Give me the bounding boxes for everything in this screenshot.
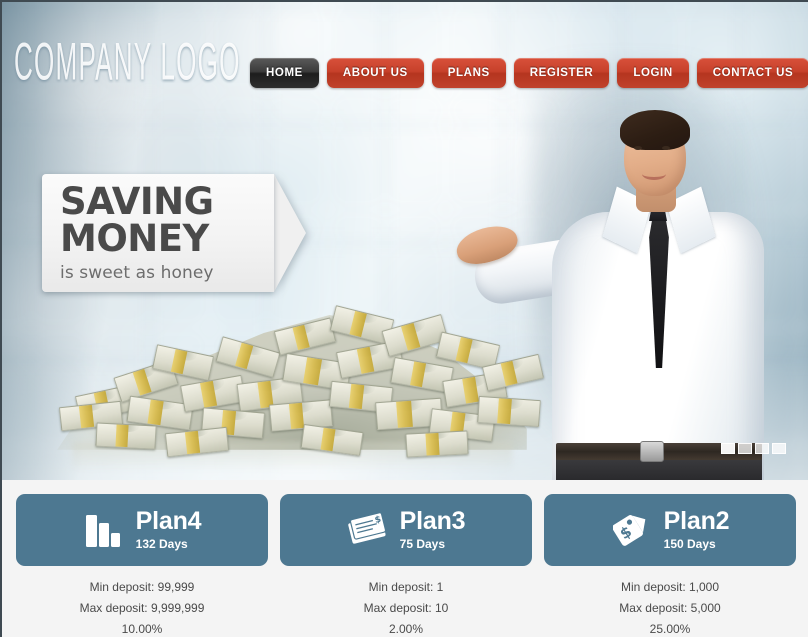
plan-min-deposit: Min deposit: 1 bbox=[368, 580, 444, 594]
hero-banner-tag: SAVING MONEY is sweet as honey bbox=[42, 174, 274, 292]
plan-column-2: $ Plan3 75 Days Min deposit: 1 Max depos… bbox=[274, 480, 538, 637]
plan-column-1: Plan4 132 Days Min deposit: 99,999 Max d… bbox=[10, 480, 274, 637]
plan-percentage: 10.00% bbox=[121, 622, 163, 636]
main-navigation: HOME ABOUT US PLANS REGISTER LOGIN CONTA… bbox=[250, 58, 808, 88]
page-root: COMPANY LOGO HOME ABOUT US PLANS REGISTE… bbox=[0, 0, 808, 637]
model-eye-right bbox=[662, 146, 670, 150]
plan-percentage: 2.00% bbox=[388, 622, 424, 636]
hero-banner: COMPANY LOGO HOME ABOUT US PLANS REGISTE… bbox=[2, 2, 808, 480]
nav-item-home[interactable]: HOME bbox=[250, 58, 319, 88]
plan-min-deposit: Min deposit: 1,000 bbox=[620, 580, 720, 594]
banner-subheadline: is sweet as honey bbox=[60, 262, 214, 283]
plan-duration: 132 Days bbox=[135, 537, 188, 552]
plan-name: Plan3 bbox=[399, 506, 466, 535]
nav-item-contact-us[interactable]: CONTACT US bbox=[696, 58, 808, 88]
banner-headline-line2: MONEY bbox=[60, 217, 209, 261]
slider-dot-4[interactable] bbox=[772, 443, 786, 454]
price-tag-icon: $ bbox=[611, 509, 653, 551]
model-belt-buckle bbox=[640, 441, 664, 462]
plan-max-deposit: Max deposit: 10 bbox=[363, 601, 449, 615]
model-smile bbox=[642, 168, 666, 180]
plan-deposit-info-1: Min deposit: 99,999 Max deposit: 9,999,9… bbox=[80, 577, 205, 637]
plan-deposit-info-2: Min deposit: 1 Max deposit: 10 2.00% bbox=[364, 577, 449, 637]
plan-deposit-info-3: Min deposit: 1,000 Max deposit: 5,000 25… bbox=[619, 577, 720, 637]
plan-max-deposit: Max deposit: 5,000 bbox=[619, 601, 721, 615]
plan-card-plan4[interactable]: Plan4 132 Days bbox=[16, 494, 268, 566]
banner-arrow-shape bbox=[274, 174, 306, 292]
bar-chart-icon bbox=[83, 509, 125, 551]
nav-item-register[interactable]: REGISTER bbox=[513, 58, 610, 88]
nav-item-plans[interactable]: PLANS bbox=[431, 58, 506, 88]
plan-column-3: $ Plan2 150 Days Min deposit: 1,000 Max … bbox=[538, 480, 802, 637]
plan-card-plan3[interactable]: $ Plan3 75 Days bbox=[280, 494, 532, 566]
plan-name: Plan4 bbox=[135, 506, 202, 535]
plan-name: Plan2 bbox=[663, 506, 730, 535]
slider-dot-2[interactable] bbox=[738, 443, 752, 454]
model-eye-left bbox=[634, 146, 642, 150]
plan-duration: 75 Days bbox=[399, 537, 446, 552]
investment-plans-section: Plan4 132 Days Min deposit: 99,999 Max d… bbox=[2, 480, 808, 637]
company-logo[interactable]: COMPANY LOGO bbox=[14, 32, 241, 92]
slider-dot-1[interactable] bbox=[721, 443, 735, 454]
businessman-photo bbox=[452, 108, 768, 480]
cheque-icon: $ bbox=[347, 509, 389, 551]
plan-min-deposit: Min deposit: 99,999 bbox=[89, 580, 195, 594]
plan-max-deposit: Max deposit: 9,999,999 bbox=[79, 601, 205, 615]
nav-item-login[interactable]: LOGIN bbox=[617, 58, 689, 88]
slider-pagination bbox=[721, 443, 786, 454]
model-hair bbox=[620, 110, 690, 150]
plan-card-plan2[interactable]: $ Plan2 150 Days bbox=[544, 494, 796, 566]
plan-percentage: 25.00% bbox=[649, 622, 691, 636]
nav-item-about-us[interactable]: ABOUT US bbox=[326, 58, 424, 88]
slider-dot-3[interactable] bbox=[755, 443, 769, 454]
banner-headline-line1: SAVING bbox=[60, 180, 214, 223]
plan-duration: 150 Days bbox=[663, 537, 716, 552]
